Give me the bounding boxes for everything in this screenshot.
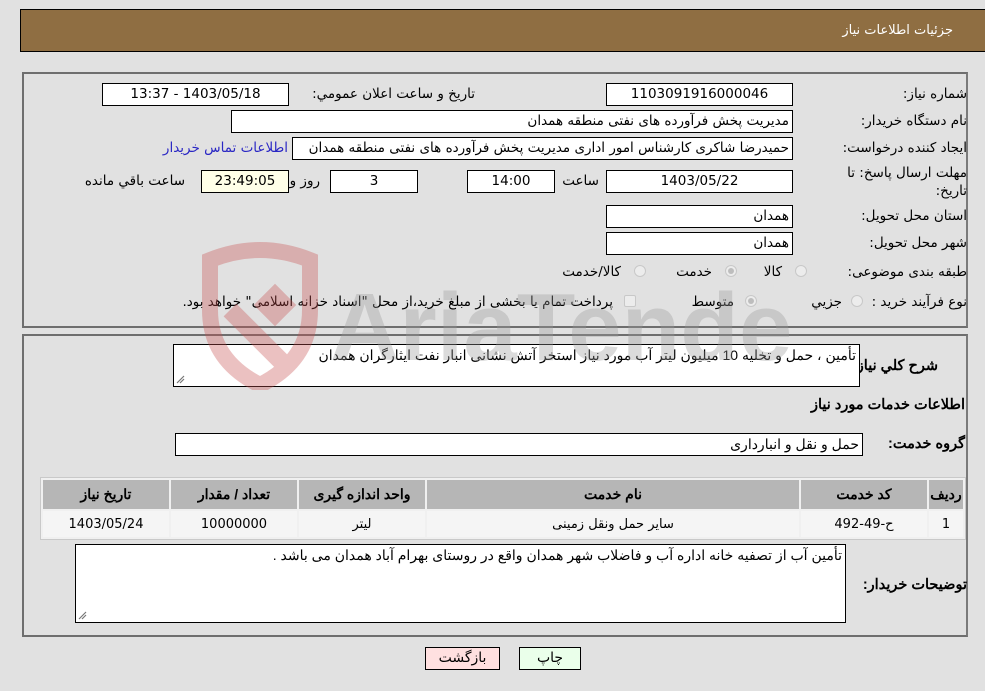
category-label: طبقه بندی موضوعی: <box>847 264 967 280</box>
page-header: جزئیات اطلاعات نیاز <box>20 9 985 52</box>
back-button[interactable]: بازگشت <box>425 647 500 670</box>
resize-grip-icon[interactable] <box>78 611 87 620</box>
page-title: جزئیات اطلاعات نیاز <box>842 23 953 38</box>
cell-unit: لیتر <box>299 511 425 537</box>
service-group-label: گروه خدمت: <box>888 436 965 452</box>
remaining-time-label: ساعت باقي مانده <box>84 173 185 189</box>
buyer-notes-text: تأمین آب از تصفیه خانه اداره آب و فاضلاب… <box>272 547 842 563</box>
province-label: استان محل تحویل: <box>861 208 967 224</box>
cell-service-code: ح-49-492 <box>801 511 927 537</box>
general-description-label: شرح کلي نياز: <box>851 358 938 374</box>
col-service-name: نام خدمت <box>427 480 799 509</box>
buyer-notes-label: توضيحات خريدار: <box>862 577 967 593</box>
need-number-label: شماره نیاز: <box>902 86 967 102</box>
col-quantity: تعداد / مقدار <box>171 480 297 509</box>
cell-quantity: 10000000 <box>171 511 297 537</box>
col-service-code: کد خدمت <box>801 480 927 509</box>
treasury-checkbox[interactable] <box>624 295 636 307</box>
category-service-radio[interactable] <box>725 265 737 277</box>
remaining-time-field: 23:49:05 <box>201 170 289 193</box>
purchase-minor-radio[interactable] <box>851 295 863 307</box>
buyer-notes-textarea[interactable]: تأمین آب از تصفیه خانه اداره آب و فاضلاب… <box>75 544 846 623</box>
col-row-number: رديف <box>929 480 963 509</box>
city-label: شهر محل تحویل: <box>869 235 967 251</box>
table-row: 1 ح-49-492 سایر حمل ونقل زمینی لیتر 1000… <box>43 511 963 537</box>
category-goods-service-radio[interactable] <box>634 265 646 277</box>
buyer-contact-link[interactable]: اطلاعات تماس خریدار <box>163 140 288 156</box>
remaining-days-field: 3 <box>330 170 418 193</box>
treasury-note: پرداخت تمام یا بخشی از مبلغ خرید،از محل … <box>182 294 613 310</box>
col-need-date: تاريخ نياز <box>43 480 169 509</box>
col-unit: واحد اندازه گيری <box>299 480 425 509</box>
print-button[interactable]: چاپ <box>519 647 581 670</box>
category-goods-service-label: کالا/خدمت <box>562 264 621 280</box>
deadline-label: مهلت ارسال پاسخ: تا تاریخ: <box>847 165 967 199</box>
buyer-org-label: نام دستگاه خريدار: <box>860 113 967 129</box>
resize-grip-icon[interactable] <box>176 375 185 384</box>
cell-row-number: 1 <box>929 511 963 537</box>
purchase-type-label: نوع فرآیند خرید : <box>871 294 967 310</box>
announce-datetime-label: تاریخ و ساعت اعلان عمومي: <box>312 86 475 102</box>
purchase-medium-label: متوسط <box>691 294 734 310</box>
category-service-label: خدمت <box>676 264 712 280</box>
announce-datetime-field: 1403/05/18 - 13:37 <box>102 83 289 106</box>
city-field: همدان <box>606 232 793 255</box>
table-header-row: رديف کد خدمت نام خدمت واحد اندازه گيری ت… <box>43 480 963 509</box>
deadline-date-field: 1403/05/22 <box>606 170 793 193</box>
purchase-medium-radio[interactable] <box>745 295 757 307</box>
category-goods-label: کالا <box>763 264 782 280</box>
requester-field: حميدرضا شاكرى كارشناس امور ادارى مديريت … <box>292 137 793 160</box>
province-field: همدان <box>606 205 793 228</box>
cell-service-name: سایر حمل ونقل زمینی <box>427 511 799 537</box>
need-number-field: 1103091916000046 <box>606 83 793 106</box>
services-section-title: اطلاعات خدمات مورد نياز <box>811 397 965 413</box>
buyer-org-field: مديريت پخش فرآورده هاى نفتى منطقه همدان <box>231 110 793 133</box>
category-goods-radio[interactable] <box>795 265 807 277</box>
services-table: رديف کد خدمت نام خدمت واحد اندازه گيری ت… <box>40 477 966 540</box>
general-description-text: تأمین ، حمل و تخلیه 10 میلیون لیتر آب مو… <box>318 347 856 363</box>
cell-need-date: 1403/05/24 <box>43 511 169 537</box>
requester-label: ایجاد کننده درخواست: <box>842 140 967 156</box>
deadline-time-label: ساعت <box>562 173 599 189</box>
deadline-time-field: 14:00 <box>467 170 555 193</box>
general-description-textarea[interactable]: تأمین ، حمل و تخلیه 10 میلیون لیتر آب مو… <box>173 344 860 387</box>
days-label: روز و <box>289 173 320 189</box>
purchase-minor-label: جزيي <box>811 294 842 310</box>
service-group-field: حمل و نقل و انبارداری <box>175 433 863 456</box>
